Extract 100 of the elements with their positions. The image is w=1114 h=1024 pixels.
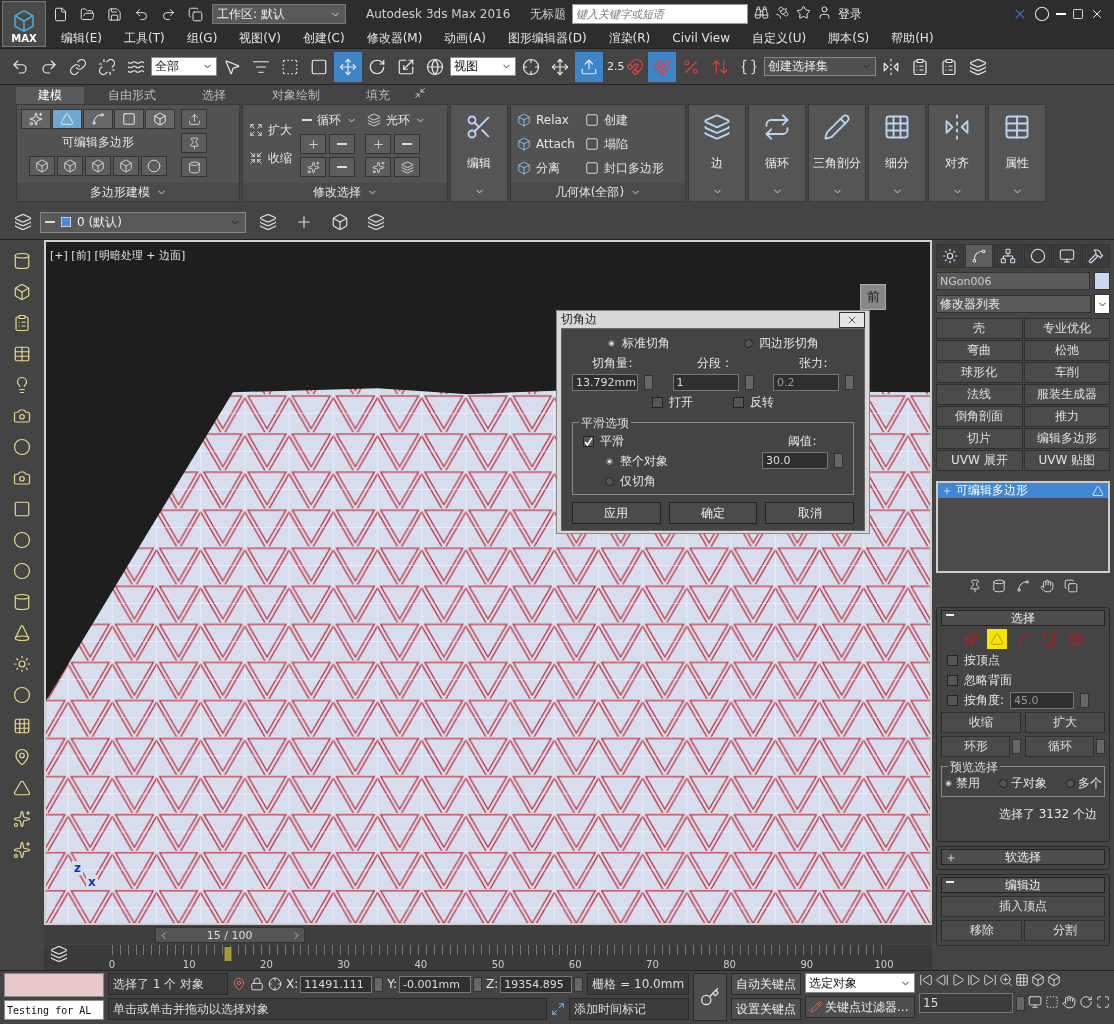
viewcube[interactable]: 前 xyxy=(860,284,886,310)
time-slider-track[interactable]: 15 / 100 xyxy=(44,926,932,944)
geometry-button[interactable]: Relax xyxy=(515,109,577,131)
modifier-button[interactable]: UVW 贴图 xyxy=(1023,450,1110,471)
panel-title[interactable]: 几何体(全部) xyxy=(554,183,625,201)
number-field[interactable]: 30.0 xyxy=(762,452,828,469)
rollout-header[interactable]: 选择 xyxy=(941,610,1105,626)
menu-item[interactable]: 渲染(R) xyxy=(597,29,662,47)
search-field[interactable]: 键入关键字或短语 xyxy=(572,4,749,24)
ring-button[interactable]: 光环 xyxy=(365,109,428,131)
ribbon-large-button[interactable]: 属性 xyxy=(988,104,1046,202)
menu-item[interactable]: 脚本(S) xyxy=(817,29,881,47)
ribbon-large-button[interactable]: 边 xyxy=(688,104,746,202)
geometry-button[interactable]: 分离 xyxy=(515,157,577,179)
dialog-button[interactable]: 确定 xyxy=(668,502,758,524)
selection-button[interactable]: 扩大 xyxy=(1025,712,1105,733)
modifier-button[interactable]: 编辑多边形 xyxy=(1023,428,1110,449)
ribbon-tab[interactable]: 建模 xyxy=(16,87,84,104)
modifier-list-dropdown[interactable]: 修改器列表 xyxy=(936,295,1091,313)
auto-key-button[interactable]: 自动关键点 xyxy=(731,973,801,995)
menu-item[interactable]: 帮助(H) xyxy=(880,29,945,47)
object-name-field[interactable]: NGon006 xyxy=(936,272,1090,290)
ribbon-tab[interactable]: 自由形式 xyxy=(86,87,178,104)
geometry-button[interactable]: Attach xyxy=(515,133,577,155)
selection-button[interactable]: 收缩 xyxy=(941,712,1021,733)
dialog-button[interactable]: 应用 xyxy=(572,502,661,524)
ribbon-tab[interactable]: 对象绘制 xyxy=(250,87,342,104)
ribbon-tab[interactable]: 填充 xyxy=(344,87,412,104)
number-field[interactable]: 13.792mm xyxy=(572,374,638,391)
number-field[interactable]: 1 xyxy=(672,374,739,391)
modifier-button[interactable]: 切片 xyxy=(936,428,1023,449)
menu-item[interactable]: 修改器(M) xyxy=(355,29,434,47)
coordinate-field[interactable]: 11491.111 xyxy=(300,975,373,993)
selection-button[interactable]: 环形 xyxy=(941,736,1010,757)
toolbar-dropdown[interactable]: 创建选择集 xyxy=(763,57,876,76)
login-link[interactable]: 登录 xyxy=(838,5,863,23)
axis-label: Y: xyxy=(387,977,398,991)
edit-button[interactable]: 移除 xyxy=(941,920,1022,941)
key-filters-button[interactable]: 关键点过滤器... xyxy=(805,996,915,1018)
ribbon-large-button[interactable]: 对齐 xyxy=(928,104,986,202)
modifier-button[interactable]: 法线 xyxy=(936,384,1023,405)
modifier-button[interactable]: 倒角剖面 xyxy=(936,406,1023,427)
checkbox-label: 忽略背面 xyxy=(964,672,1012,689)
menu-item[interactable]: 编辑(E) xyxy=(50,29,113,47)
edit-button[interactable]: 插入顶点 xyxy=(941,896,1105,917)
set-key-button[interactable]: 设置关键点 xyxy=(731,998,801,1020)
axis-label: x xyxy=(86,875,98,889)
snap-button[interactable]: 2.5 xyxy=(604,51,647,82)
checkbox-label: 按角度: xyxy=(964,692,1005,709)
menu-item[interactable]: 自定义(U) xyxy=(741,29,818,47)
axis-label: Z: xyxy=(486,977,499,991)
time-slider[interactable]: 15 / 100 xyxy=(154,927,305,943)
selection-info: 选择了 1 个 对象 xyxy=(108,973,228,995)
shrink-button[interactable]: 收缩 xyxy=(247,147,294,169)
modifier-button[interactable]: 服装生成器 xyxy=(1023,384,1110,405)
modifier-button[interactable]: 专业优化 xyxy=(1023,318,1110,339)
panel-title[interactable]: 多边形建模 xyxy=(89,183,150,201)
dialog-button[interactable]: 取消 xyxy=(765,502,854,524)
layer-dropdown[interactable]: 0 (默认) xyxy=(40,211,246,233)
viewport-label[interactable]: [+] [前] [明暗处理 + 边面] xyxy=(50,248,186,263)
script-output[interactable]: Testing for AL xyxy=(4,1000,104,1020)
modifier-button[interactable]: 弯曲 xyxy=(936,340,1023,361)
geometry-button[interactable]: 封口多边形 xyxy=(582,157,666,179)
menu-item[interactable]: 工具(T) xyxy=(112,29,176,47)
geometry-button[interactable]: 创建 xyxy=(582,109,666,131)
modifier-button[interactable]: UVW 展开 xyxy=(936,450,1023,471)
loop-button[interactable]: 循环 xyxy=(300,109,359,131)
ribbon-large-button[interactable]: 循环 xyxy=(748,104,806,202)
coordinate-field[interactable]: 19354.895 xyxy=(500,975,573,993)
selection-button[interactable]: 循环 xyxy=(1025,736,1094,757)
modifier-button[interactable]: 车削 xyxy=(1023,362,1110,383)
workspace-dropdown[interactable]: 工作区: 默认 xyxy=(212,4,346,24)
rollout-header[interactable]: 编辑边 xyxy=(941,877,1105,893)
toolbar-dropdown[interactable]: 全部 xyxy=(151,57,217,76)
grow-button[interactable]: 扩大 xyxy=(247,119,294,141)
frame-field[interactable]: 15 xyxy=(919,993,1013,1013)
menu-item[interactable]: 创建(C) xyxy=(291,29,356,47)
modifier-button[interactable]: 壳 xyxy=(936,318,1023,339)
menu-item[interactable]: 图形编辑器(D) xyxy=(496,29,598,47)
menu-item[interactable]: Civil View xyxy=(661,31,742,45)
edit-button[interactable]: 分割 xyxy=(1024,920,1105,941)
modifier-button[interactable]: 松弛 xyxy=(1023,340,1110,361)
stack-item[interactable]: 可编辑多边形 xyxy=(938,483,1108,498)
coordinate-field[interactable]: -0.001mm xyxy=(399,975,472,993)
ribbon-large-button[interactable]: 三角剖分 xyxy=(808,104,866,202)
ribbon-large-button[interactable]: 编辑 xyxy=(450,104,508,202)
time-tag[interactable]: 添加时间标记 xyxy=(569,998,690,1020)
toolbar-dropdown[interactable]: 视图 xyxy=(450,57,516,76)
menu-item[interactable]: 视图(V) xyxy=(228,29,292,47)
ribbon-large-button[interactable]: 细分 xyxy=(868,104,926,202)
ribbon-tab[interactable]: 选择 xyxy=(180,87,248,104)
key-mode-dropdown[interactable]: 选定对象 xyxy=(805,973,915,993)
app-menu-button[interactable]: MAX xyxy=(2,1,46,47)
panel-title[interactable]: 修改选择 xyxy=(312,183,361,201)
geometry-button[interactable]: 塌陷 xyxy=(582,133,666,155)
menu-item[interactable]: 动画(A) xyxy=(433,29,497,47)
rollout-header[interactable]: 软选择 xyxy=(941,849,1105,865)
modifier-button[interactable]: 推力 xyxy=(1023,406,1110,427)
modifier-button[interactable]: 球形化 xyxy=(936,362,1023,383)
menu-item[interactable]: 组(G) xyxy=(175,29,229,47)
